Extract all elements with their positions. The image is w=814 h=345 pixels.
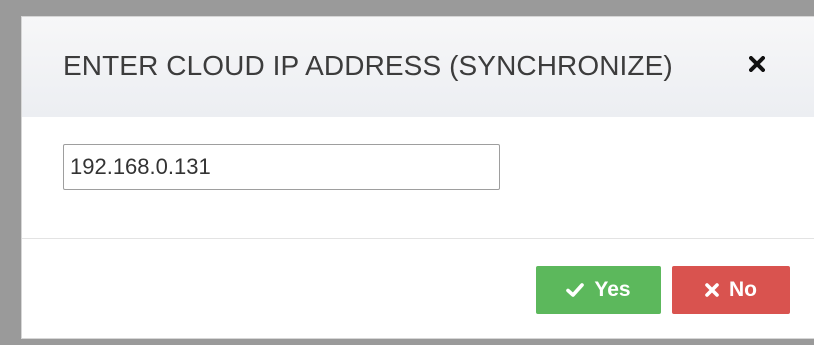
dialog-body	[22, 117, 814, 238]
yes-button-label: Yes	[594, 278, 631, 301]
ip-address-dialog: ENTER CLOUD IP ADDRESS (SYNCHRONIZE) Yes	[21, 16, 814, 339]
dialog-header: ENTER CLOUD IP ADDRESS (SYNCHRONIZE)	[22, 17, 814, 117]
close-button[interactable]	[744, 53, 770, 79]
dialog-footer: Yes No	[22, 238, 814, 340]
x-icon	[705, 283, 719, 297]
yes-button[interactable]: Yes	[536, 266, 661, 314]
check-icon	[566, 282, 585, 298]
dialog-title: ENTER CLOUD IP ADDRESS (SYNCHRONIZE)	[63, 50, 673, 81]
close-icon	[749, 55, 765, 77]
cloud-ip-input[interactable]	[63, 144, 500, 190]
no-button[interactable]: No	[672, 266, 790, 314]
no-button-label: No	[729, 278, 757, 301]
